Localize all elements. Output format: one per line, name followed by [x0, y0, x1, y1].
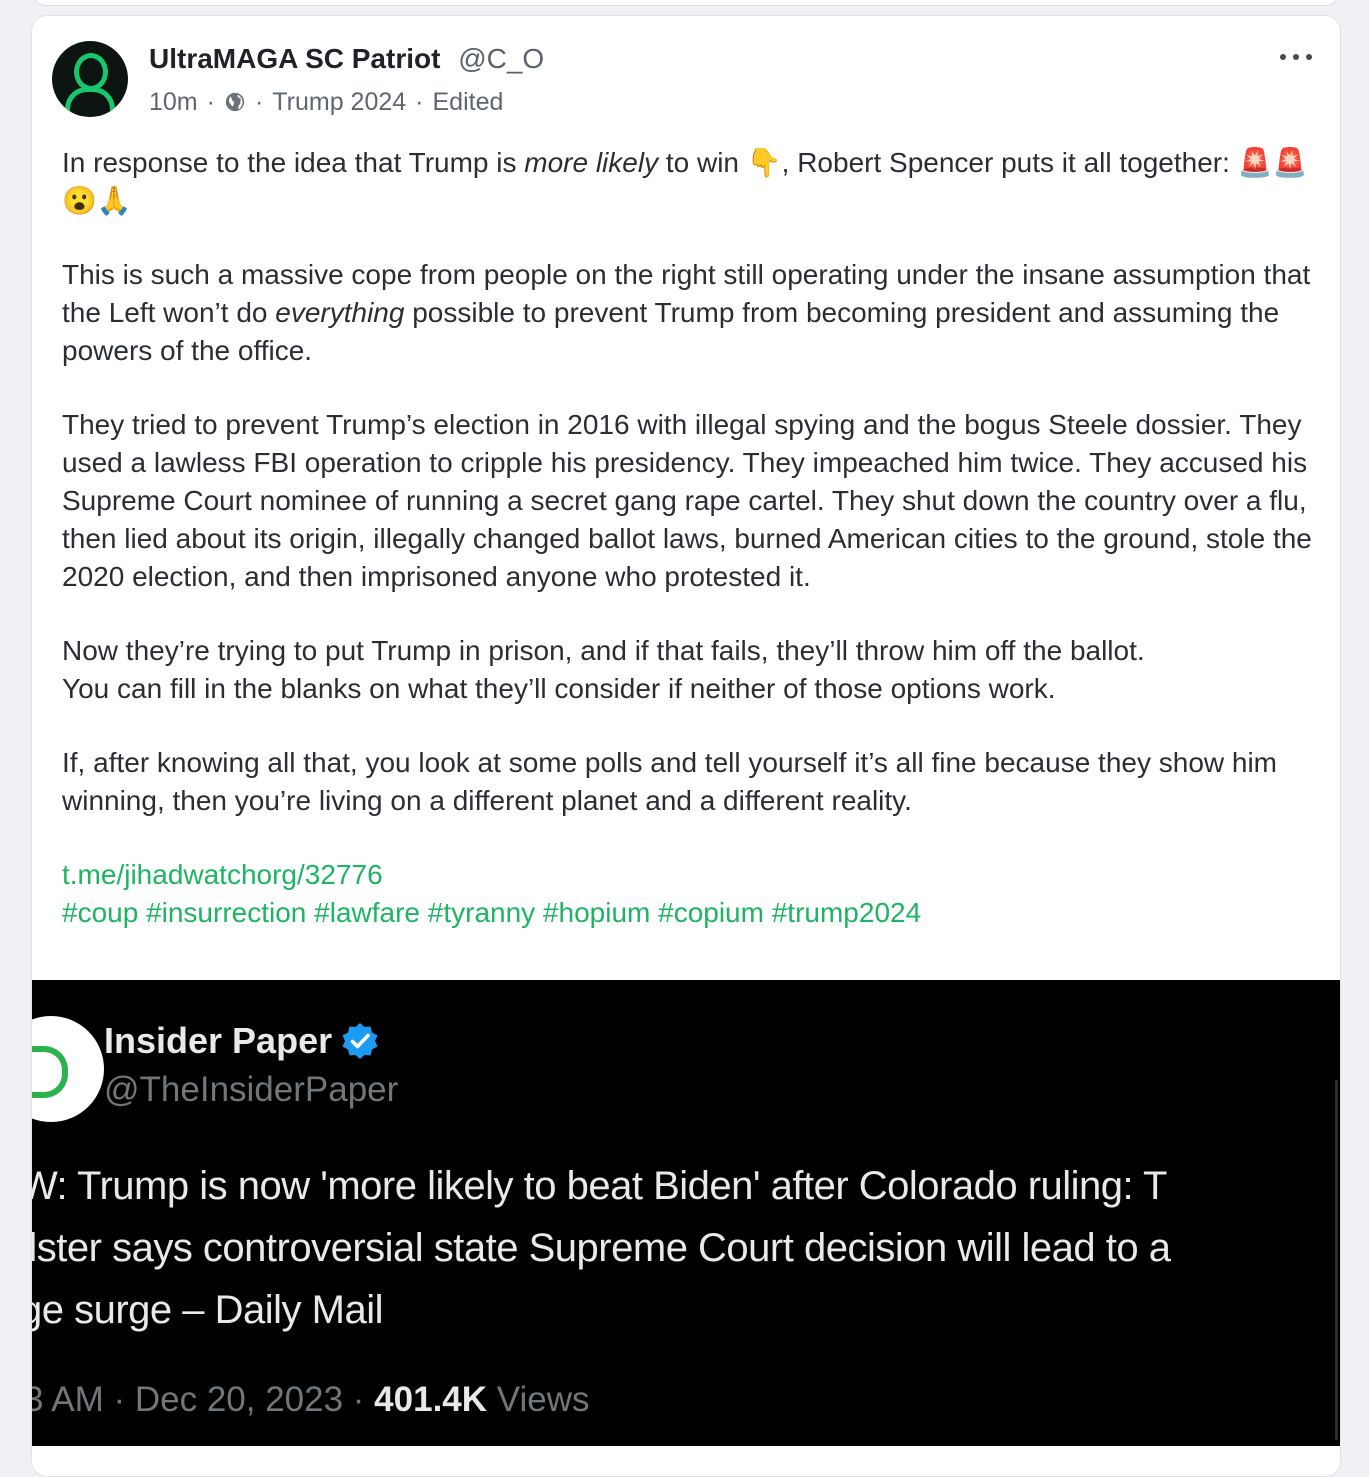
- post-paragraph: Now they’re trying to put Trump in priso…: [62, 635, 1145, 704]
- post-timestamp[interactable]: 10m: [149, 86, 198, 118]
- author-display-name[interactable]: UltraMAGA SC Patriot: [149, 43, 440, 74]
- hashtags[interactable]: #coup #insurrection #lawfare #tyranny #h…: [62, 897, 921, 928]
- author-row: UltraMAGA SC Patriot @C_O: [149, 42, 544, 76]
- embed-tweet-text: W: Trump is now 'more likely to beat Bid…: [32, 1155, 1340, 1341]
- post-paragraph: If, after knowing all that, you look at …: [62, 747, 1278, 816]
- embed-scroll-edge: [1335, 1080, 1338, 1440]
- embed-handle: @TheInsiderPaper: [104, 1070, 399, 1109]
- embed-footer: 3 AM · Dec 20, 2023 · 401.4K Views: [32, 1380, 590, 1420]
- previous-post-card-edge: [32, 0, 1340, 6]
- embed-views-count: 401.4K: [374, 1380, 488, 1419]
- edited-label[interactable]: Edited: [433, 86, 504, 118]
- embed-timestamp: 3 AM · Dec 20, 2023 ·: [32, 1380, 375, 1419]
- embed-avatar: [32, 1016, 104, 1122]
- embed-text-line: llster says controversial state Supreme …: [32, 1226, 1171, 1270]
- meta-separator: ·: [415, 88, 424, 116]
- post-meta: 10m · · Trump 2024 · Edited: [149, 86, 503, 118]
- post-links: t.me/jihadwatchorg/32776 #coup #insurrec…: [62, 856, 1312, 932]
- post-paragraph: They tried to prevent Trump’s election i…: [62, 409, 1312, 592]
- embed-text-line: W: Trump is now 'more likely to beat Bid…: [32, 1164, 1167, 1208]
- embed-name-text: Insider Paper: [104, 1020, 333, 1061]
- post-paragraph: This is such a massive cope from people …: [62, 259, 1311, 366]
- external-link[interactable]: t.me/jihadwatchorg/32776: [62, 859, 383, 890]
- post-paragraph: In response to the idea that Trump is mo…: [62, 147, 1308, 216]
- more-horizontal-icon[interactable]: [1274, 42, 1318, 72]
- embedded-image[interactable]: Insider Paper @TheInsiderPaper W: Trump …: [32, 980, 1340, 1446]
- author-handle[interactable]: @C_O: [458, 43, 544, 74]
- embed-views-label: Views: [487, 1380, 590, 1419]
- globe-icon: [225, 92, 245, 112]
- avatar[interactable]: [52, 41, 128, 117]
- embed-display-name: Insider Paper: [104, 1020, 380, 1062]
- embed-logo-shape: [32, 1046, 68, 1098]
- meta-separator: ·: [254, 88, 264, 116]
- post-content: In response to the idea that Trump is mo…: [62, 144, 1312, 932]
- verified-badge-icon: [342, 1023, 378, 1059]
- embed-text-line: ge surge – Daily Mail: [32, 1288, 384, 1332]
- group-link[interactable]: Trump 2024: [272, 86, 406, 118]
- post-card: UltraMAGA SC Patriot @C_O 10m · · Trump …: [31, 15, 1341, 1477]
- meta-separator: ·: [206, 88, 215, 116]
- avatar-head-shape: [74, 53, 108, 91]
- avatar-body-shape: [65, 87, 115, 116]
